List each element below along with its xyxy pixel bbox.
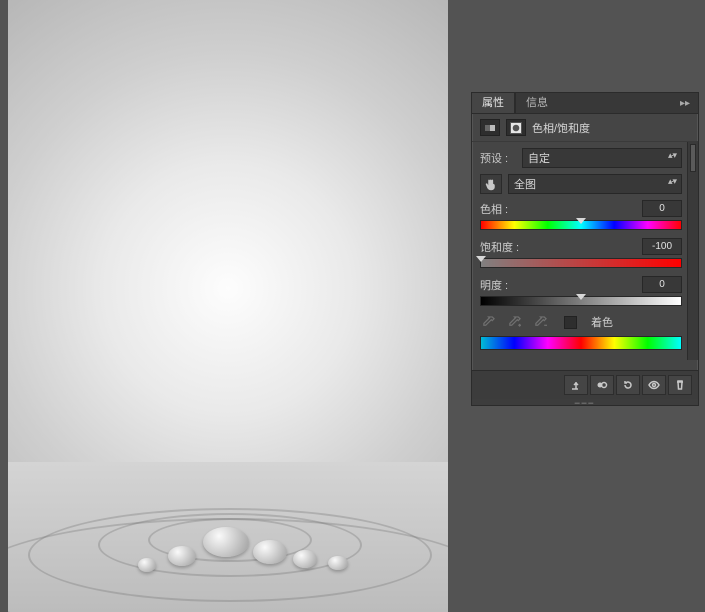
tab-info[interactable]: 信息 — [515, 93, 558, 113]
colorize-checkbox[interactable] — [564, 316, 577, 329]
lightness-label: 明度 : — [480, 277, 508, 293]
targeted-adjust-tool[interactable] — [480, 174, 502, 194]
hue-value-input[interactable]: 0 — [642, 200, 682, 217]
saturation-label: 饱和度 : — [480, 239, 519, 255]
eyedropper-icon[interactable] — [480, 314, 496, 330]
adjustment-header: 色相/饱和度 — [472, 114, 698, 142]
saturation-value-input[interactable]: -100 — [642, 238, 682, 255]
spectrum-bar[interactable] — [480, 336, 682, 350]
toggle-visibility-button[interactable] — [642, 375, 666, 395]
preset-value: 自定 — [528, 150, 550, 166]
delete-adjustment-button[interactable] — [668, 375, 692, 395]
panel-tabs: 属性 信息 ▸▸ — [472, 93, 698, 114]
colorize-label: 着色 — [591, 314, 613, 330]
panel-scrollbar[interactable] — [687, 142, 698, 360]
adjustment-type-icon — [480, 119, 500, 136]
lightness-slider-block: 明度 : 0 — [480, 276, 682, 306]
hue-slider-block: 色相 : 0 — [480, 200, 682, 230]
channel-value: 全图 — [514, 176, 536, 192]
eyedropper-minus-icon[interactable] — [532, 314, 548, 330]
eyedropper-row: 着色 — [480, 314, 682, 330]
hue-label: 色相 : — [480, 201, 508, 217]
dropdown-arrows-icon: ▴▾ — [668, 178, 677, 184]
clip-to-layer-button[interactable] — [564, 375, 588, 395]
panel-collapse-button[interactable]: ▸▸ — [672, 98, 698, 109]
hue-slider[interactable] — [480, 220, 682, 230]
preset-label: 预设 : — [480, 150, 516, 166]
adjustment-title: 色相/饱和度 — [532, 120, 590, 136]
dropdown-arrows-icon: ▴▾ — [668, 152, 677, 158]
view-previous-button[interactable] — [590, 375, 614, 395]
eyedropper-plus-icon[interactable] — [506, 314, 522, 330]
preset-select[interactable]: 自定 ▴▾ — [522, 148, 682, 168]
document-image — [8, 0, 448, 612]
lightness-slider-knob[interactable] — [576, 294, 586, 300]
canvas-area[interactable] — [8, 0, 448, 612]
saturation-slider-knob[interactable] — [476, 256, 486, 262]
saturation-slider[interactable] — [480, 258, 682, 268]
hue-slider-knob[interactable] — [576, 218, 586, 224]
tab-properties[interactable]: 属性 — [472, 93, 515, 113]
mask-icon[interactable] — [506, 119, 526, 136]
lightness-value-input[interactable]: 0 — [642, 276, 682, 293]
saturation-slider-block: 饱和度 : -100 — [480, 238, 682, 268]
reset-button[interactable] — [616, 375, 640, 395]
channel-select[interactable]: 全图 ▴▾ — [508, 174, 682, 194]
panel-resize-grip[interactable]: ━━━ — [472, 399, 698, 405]
lightness-slider[interactable] — [480, 296, 682, 306]
properties-panel: 属性 信息 ▸▸ 色相/饱和度 预设 : 自定 ▴▾ 全图 ▴▾ — [471, 92, 699, 406]
panel-footer — [472, 370, 698, 399]
